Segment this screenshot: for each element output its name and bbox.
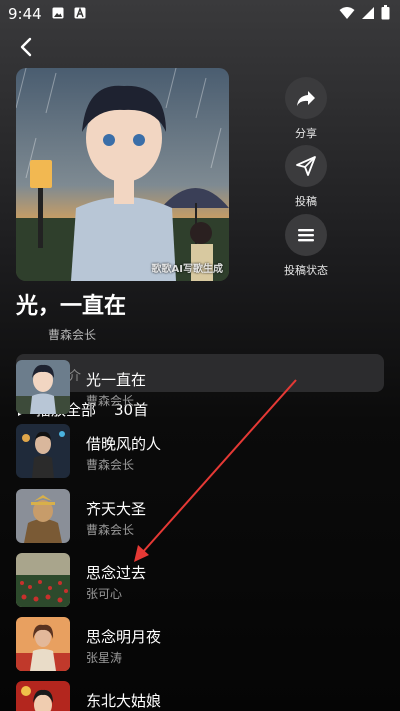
share-icon: [297, 91, 315, 106]
chevron-left-icon: [20, 37, 32, 57]
song-row[interactable]: 思念明月夜 张星涛: [16, 617, 386, 673]
send-icon: [296, 156, 316, 176]
menu-icon: [298, 229, 314, 242]
song-row[interactable]: 东北大姑娘: [16, 681, 386, 711]
song-artist: 曹森会长: [86, 458, 135, 472]
song-artist: 张可心: [86, 587, 123, 601]
song-title: 借晚风的人: [86, 435, 162, 453]
playlist-title: 光，一直在: [16, 294, 127, 319]
submit-status-label: 投稿状态: [284, 264, 328, 277]
song-thumb: [16, 424, 70, 478]
song-thumb: [16, 489, 70, 543]
signal-icon: [361, 5, 375, 24]
share-button[interactable]: 分享: [271, 77, 341, 141]
song-row[interactable]: 齐天大圣 曹森会长: [16, 489, 386, 545]
image-icon: [52, 7, 64, 19]
submit-label: 投稿: [295, 195, 317, 208]
status-time: 9:44: [8, 5, 42, 23]
a-icon: [74, 7, 86, 19]
song-title: 思念明月夜: [86, 628, 162, 646]
song-title: 东北大姑娘: [86, 692, 162, 710]
share-label: 分享: [295, 127, 317, 140]
song-title: 光一直在: [86, 371, 147, 389]
back-button[interactable]: [14, 34, 40, 60]
song-thumb: [16, 681, 70, 711]
playlist-cover: 歌歌AI写歌生成: [16, 68, 229, 281]
status-bar: 9:44: [0, 0, 400, 28]
submit-button[interactable]: 投稿: [271, 145, 341, 209]
submit-status-button[interactable]: 投稿状态: [271, 214, 341, 278]
song-artist: 张星涛: [86, 651, 123, 665]
song-row[interactable]: 借晚风的人 曹森会长: [16, 424, 386, 480]
song-artist: 曹森会长: [86, 523, 135, 537]
song-title: 齐天大圣: [86, 500, 147, 518]
song-thumb: [16, 360, 70, 414]
song-title: 思念过去: [86, 564, 147, 582]
cover-watermark: 歌歌AI写歌生成: [151, 264, 223, 275]
song-row[interactable]: 思念过去 张可心: [16, 553, 386, 609]
song-thumb: [16, 617, 70, 671]
song-row[interactable]: 光一直在 曹森会长: [16, 360, 386, 416]
song-artist: 曹森会长: [86, 394, 135, 408]
wifi-icon: [339, 5, 355, 24]
playlist-author[interactable]: 曹森会长: [48, 326, 96, 343]
battery-icon: [381, 5, 390, 24]
song-thumb: [16, 553, 70, 607]
